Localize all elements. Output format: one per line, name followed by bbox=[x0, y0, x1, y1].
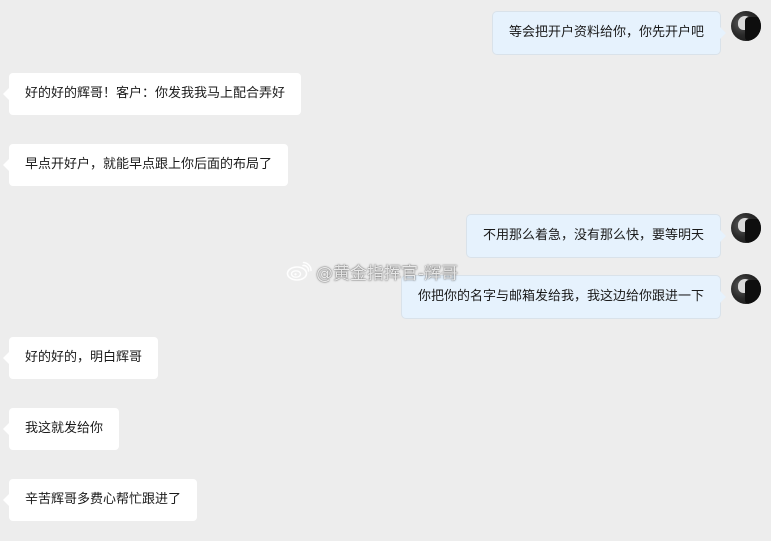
message-bubble-received[interactable]: 我这就发给你 bbox=[2, 408, 120, 450]
avatar[interactable] bbox=[731, 213, 761, 243]
message-text: 辛苦辉哥多费心帮忙跟进了 bbox=[25, 492, 182, 507]
message-bubble-received[interactable]: 好的好的，明白辉哥 bbox=[2, 337, 159, 379]
message-text: 等会把开户资料给你，你先开户吧 bbox=[508, 25, 704, 40]
message-bubble-received[interactable]: 早点开好户，就能早点跟上你后面的布局了 bbox=[2, 144, 289, 186]
avatar[interactable] bbox=[731, 11, 761, 41]
message-text: 好的好的，明白辉哥 bbox=[25, 350, 143, 365]
message-text: 你把你的名字与邮箱发给我，我这边给你跟进一下 bbox=[417, 289, 704, 304]
watermark-text: @黄金指挥官-辉哥 bbox=[316, 263, 459, 284]
avatar[interactable] bbox=[731, 274, 761, 304]
message-text: 早点开好户，就能早点跟上你后面的布局了 bbox=[25, 157, 273, 172]
weibo-icon bbox=[286, 261, 312, 281]
message-text: 不用那么着急，没有那么快，要等明天 bbox=[482, 228, 704, 243]
message-bubble-received[interactable]: 好的好的辉哥！客户：你发我我马上配合弄好 bbox=[2, 73, 302, 115]
message-bubble-received[interactable]: 辛苦辉哥多费心帮忙跟进了 bbox=[2, 479, 198, 521]
message-bubble-sent[interactable]: 等会把开户资料给你，你先开户吧 bbox=[492, 12, 727, 54]
watermark: @黄金指挥官-辉哥 bbox=[286, 259, 459, 284]
message-text: 好的好的辉哥！客户：你发我我马上配合弄好 bbox=[25, 86, 286, 101]
message-bubble-sent[interactable]: 不用那么着急，没有那么快，要等明天 bbox=[466, 215, 727, 257]
message-text: 我这就发给你 bbox=[25, 421, 104, 436]
